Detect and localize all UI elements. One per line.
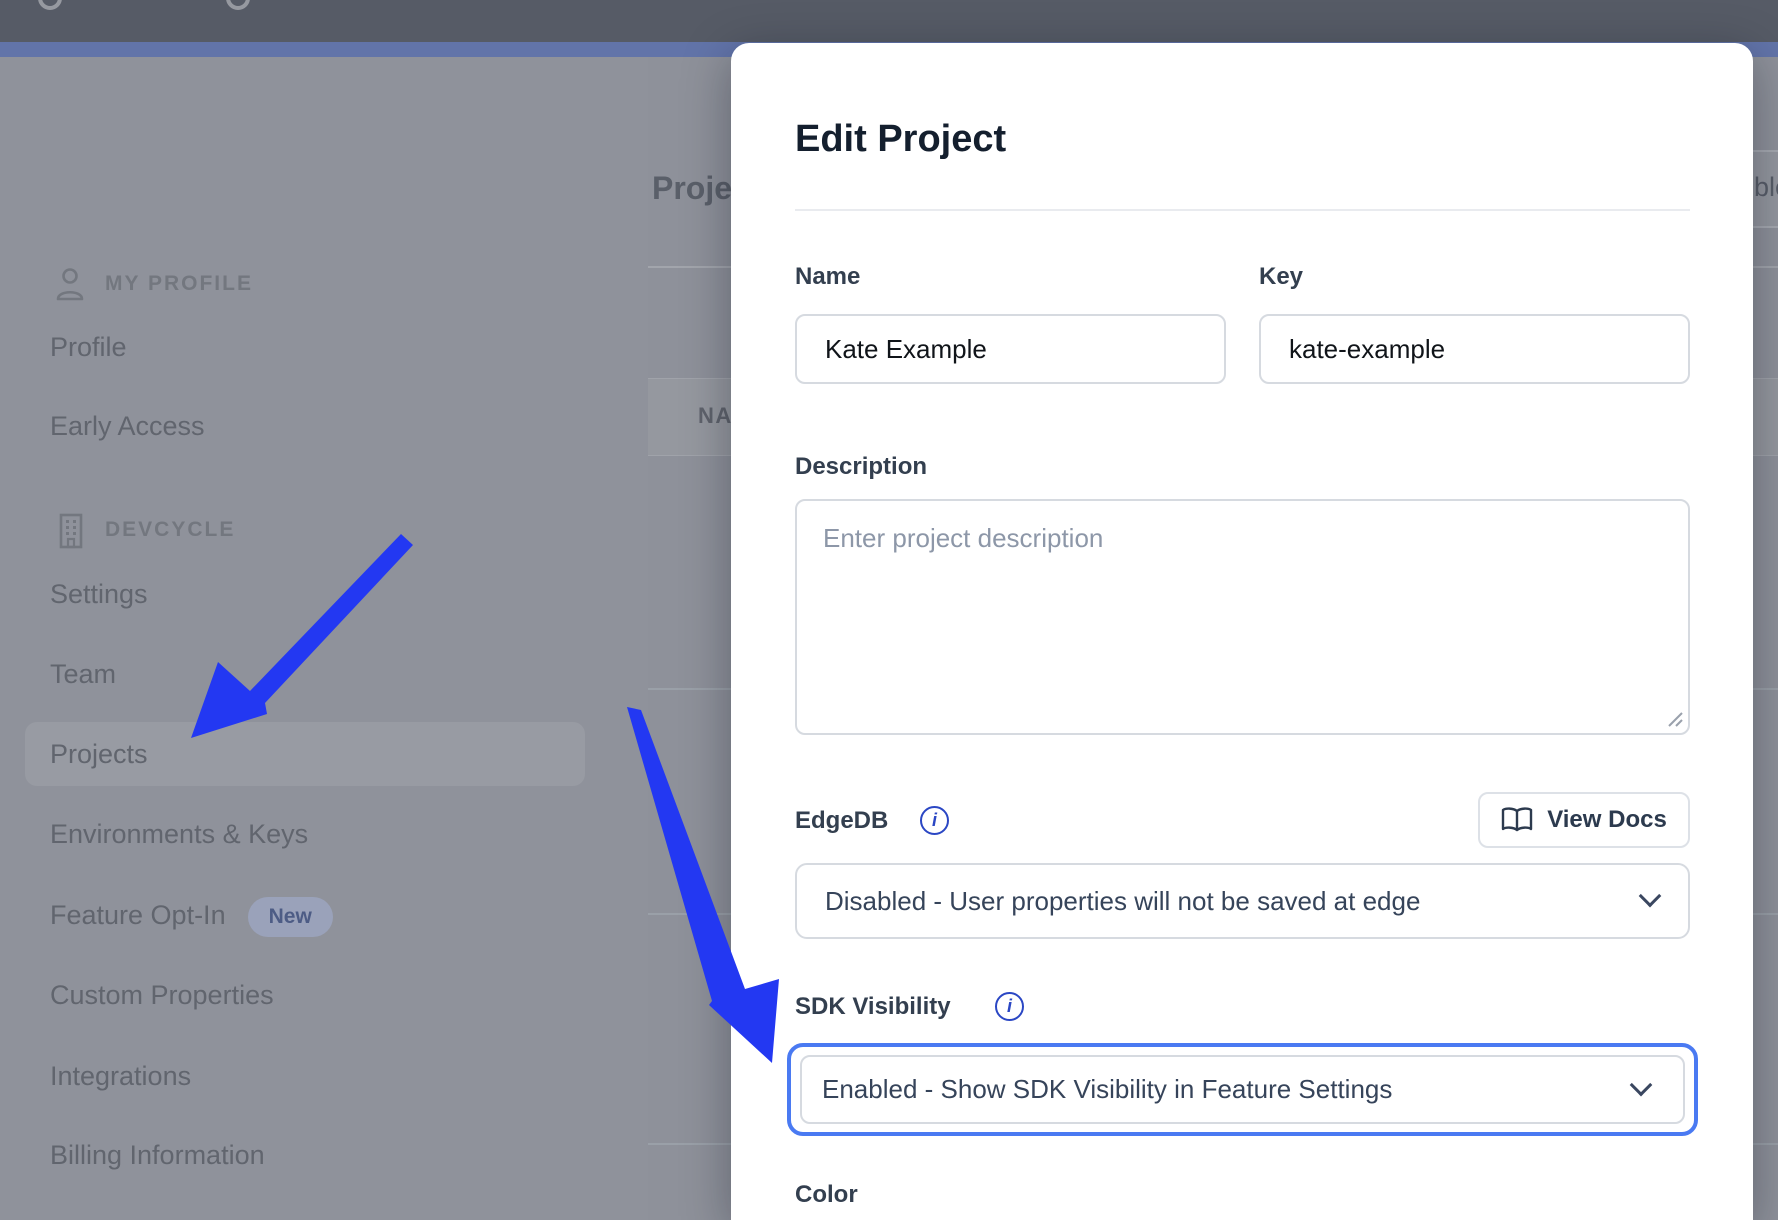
- chevron-down-icon: [1630, 1073, 1653, 1096]
- sidebar-item-environments-keys[interactable]: Environments & Keys: [50, 815, 308, 853]
- edit-project-modal: Edit Project Name Key Description EdgeDB…: [731, 43, 1753, 1220]
- settings-sidebar: MY PROFILE Profile Early Access DEVCYCLE…: [0, 57, 648, 1220]
- sidebar-item-settings[interactable]: Settings: [50, 575, 148, 613]
- modal-title: Edit Project: [795, 118, 1006, 161]
- top-navigation-bar: [0, 0, 1778, 42]
- sidebar-item-feature-opt-in[interactable]: Feature Opt-In New: [50, 896, 333, 934]
- background-button-label: ble: [1754, 172, 1778, 203]
- sidebar-item-projects[interactable]: Projects: [25, 722, 585, 786]
- key-label: Key: [1259, 262, 1303, 292]
- sdk-visibility-label: SDK Visibility: [795, 992, 951, 1022]
- table-column-name: NA: [698, 403, 733, 429]
- name-input[interactable]: [795, 314, 1226, 384]
- sidebar-item-early-access[interactable]: Early Access: [50, 407, 205, 445]
- sidebar-section-my-profile: MY PROFILE: [105, 269, 253, 299]
- sidebar-item-profile[interactable]: Profile: [50, 328, 127, 366]
- sidebar-section-devcycle: DEVCYCLE: [105, 515, 235, 545]
- sdk-visibility-select[interactable]: Enabled - Show SDK Visibility in Feature…: [787, 1043, 1698, 1136]
- key-input[interactable]: [1259, 314, 1690, 384]
- sdk-visibility-select-value: Enabled - Show SDK Visibility in Feature…: [822, 1074, 1392, 1105]
- sdk-visibility-select-inner: Enabled - Show SDK Visibility in Feature…: [800, 1055, 1685, 1124]
- building-icon: [55, 513, 87, 549]
- sidebar-item-label: Feature Opt-In: [50, 900, 226, 930]
- sidebar-item-custom-properties[interactable]: Custom Properties: [50, 976, 274, 1014]
- sidebar-item-integrations[interactable]: Integrations: [50, 1057, 191, 1095]
- name-label: Name: [795, 262, 860, 292]
- view-docs-button[interactable]: View Docs: [1478, 792, 1690, 848]
- sidebar-item-billing-information[interactable]: Billing Information: [50, 1136, 265, 1174]
- description-label: Description: [795, 452, 927, 482]
- sdk-visibility-info-icon[interactable]: i: [995, 992, 1024, 1021]
- header-logo-fragment-icon: [38, 0, 62, 10]
- header-logo-fragment-icon: [226, 0, 250, 10]
- color-label: Color: [795, 1180, 858, 1210]
- edgedb-info-icon[interactable]: i: [920, 806, 949, 835]
- edgedb-select-value: Disabled - User properties will not be s…: [825, 886, 1420, 917]
- edgedb-select[interactable]: Disabled - User properties will not be s…: [795, 863, 1690, 939]
- person-icon: [55, 268, 85, 302]
- modal-title-divider: [795, 209, 1690, 211]
- sidebar-item-team[interactable]: Team: [50, 655, 116, 693]
- screen: MY PROFILE Profile Early Access DEVCYCLE…: [0, 0, 1778, 1220]
- page-title: Proje: [652, 170, 732, 207]
- book-icon: [1501, 807, 1533, 833]
- description-textarea[interactable]: [795, 499, 1690, 735]
- new-badge: New: [248, 897, 333, 937]
- edgedb-label: EdgeDB: [795, 806, 888, 836]
- chevron-down-icon: [1639, 885, 1662, 908]
- view-docs-label: View Docs: [1547, 806, 1667, 834]
